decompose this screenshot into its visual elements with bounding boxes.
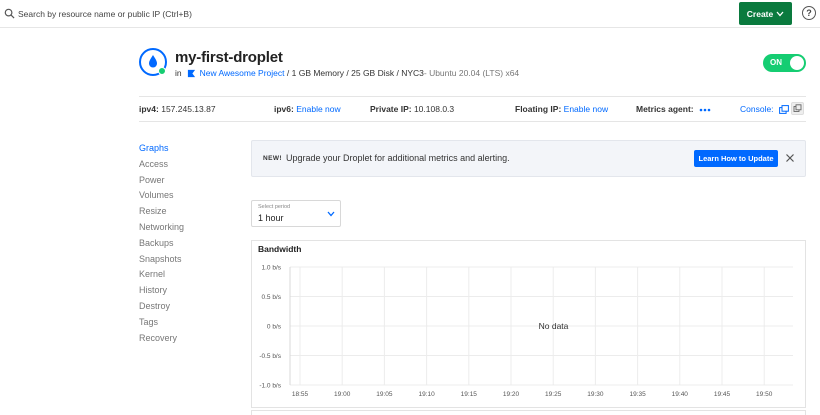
droplet-title: my-first-droplet	[175, 49, 283, 66]
floating-ip-enable-link[interactable]: Enable now	[564, 104, 608, 114]
project-icon	[187, 69, 195, 77]
banner-message: Upgrade your Droplet for additional metr…	[286, 153, 510, 163]
y-tick-label: 1.0 b/s	[261, 265, 281, 272]
power-toggle-label: ON	[770, 58, 782, 67]
create-label: Create	[746, 8, 774, 19]
x-tick-label: 18:55	[292, 391, 309, 398]
search-input[interactable]	[18, 6, 318, 21]
bandwidth-chart: 1.0 b/s 0.5 b/s 0 b/s -0.5 b/s -1.0 b/s 18:55…	[251, 240, 806, 408]
y-tick-label: 0.5 b/s	[261, 294, 281, 301]
side-nav-item-destroy[interactable]: Destroy	[139, 300, 184, 316]
x-tick-label: 19:15	[461, 391, 478, 398]
bandwidth-chart-plot: 1.0 b/s 0.5 b/s 0 b/s -0.5 b/s -1.0 b/s 18:55…	[259, 265, 793, 398]
help-icon[interactable]: ?	[802, 6, 816, 20]
chevron-down-icon	[327, 211, 335, 217]
side-nav-item-backups[interactable]: Backups	[139, 237, 184, 253]
private-ip-info: Private IP: 10.108.0.3	[370, 104, 454, 114]
ipv4-label: ipv4:	[139, 104, 159, 114]
y-tick-label: 0 b/s	[267, 324, 282, 331]
console-link[interactable]: Console:	[740, 104, 774, 114]
droplet-subtitle: in New Awesome Project / 1 GB Memory / 2…	[175, 68, 519, 78]
create-button[interactable]: Create	[739, 2, 792, 25]
side-nav-item-resize[interactable]: Resize	[139, 205, 184, 221]
period-select[interactable]: Select period 1 hour	[251, 200, 341, 227]
chart-title: Bandwidth	[258, 244, 302, 254]
side-nav-item-snapshots[interactable]: Snapshots	[139, 253, 184, 269]
upgrade-banner: NEW! Upgrade your Droplet for additional…	[251, 140, 806, 177]
private-ip-value: 10.108.0.3	[413, 104, 455, 114]
in-label: in	[175, 68, 182, 78]
x-tick-label: 19:20	[503, 391, 520, 398]
x-tick-label: 19:40	[672, 391, 689, 398]
x-tick-label: 19:30	[587, 391, 604, 398]
chevron-down-icon	[776, 11, 784, 16]
x-tick-label: 19:50	[756, 391, 773, 398]
y-tick-label: -1.0 b/s	[259, 383, 281, 390]
droplet-os: - Ubuntu 20.04 (LTS) x64	[423, 68, 520, 78]
side-nav-item-recovery[interactable]: Recovery	[139, 332, 184, 348]
top-bar: Create ?	[0, 0, 820, 28]
new-badge: NEW!	[263, 155, 282, 162]
more-dots-icon[interactable]	[699, 108, 711, 112]
search-icon	[4, 8, 15, 19]
ipv4-value: 157.245.13.87	[161, 104, 216, 114]
x-tick-label: 19:35	[629, 391, 646, 398]
ipv6-info: ipv6: Enable now	[274, 104, 341, 114]
x-tick-label: 19:05	[376, 391, 393, 398]
external-window-icon[interactable]	[779, 105, 789, 115]
droplet-specs: / 1 GB Memory / 25 GB Disk / NYC3	[286, 68, 424, 78]
ipv6-enable-link[interactable]: Enable now	[296, 104, 340, 114]
side-nav-item-power[interactable]: Power	[139, 174, 184, 190]
x-tick-label: 19:25	[545, 391, 562, 398]
floating-ip-label: Floating IP:	[515, 104, 562, 114]
private-ip-label: Private IP:	[370, 104, 412, 114]
project-link[interactable]: New Awesome Project	[200, 68, 285, 78]
x-tick-label: 19:45	[714, 391, 731, 398]
metrics-agent-info: Metrics agent:	[636, 104, 711, 114]
console-info[interactable]: Console:	[740, 104, 789, 115]
side-nav-item-graphs[interactable]: Graphs	[139, 142, 184, 158]
droplet-side-nav: Graphs Access Power Volumes Resize Networking…	[139, 142, 184, 347]
side-nav-item-volumes[interactable]: Volumes	[139, 189, 184, 205]
metrics-agent-label: Metrics agent:	[636, 104, 694, 114]
side-nav-item-tags[interactable]: Tags	[139, 316, 184, 332]
learn-how-to-update-button[interactable]: Learn How to Update	[694, 150, 778, 167]
x-tick-label: 19:10	[418, 391, 435, 398]
y-tick-label: -0.5 b/s	[259, 353, 281, 360]
toggle-knob	[790, 56, 804, 70]
period-select-value: 1 hour	[258, 213, 284, 223]
side-nav-item-kernel[interactable]: Kernel	[139, 268, 184, 284]
side-nav-item-networking[interactable]: Networking	[139, 221, 184, 237]
power-toggle[interactable]: ON	[763, 54, 806, 72]
next-chart-card-edge	[251, 410, 806, 415]
network-info-bar: ipv4: 157.245.13.87 ipv6: Enable now Pri…	[139, 96, 806, 122]
x-tick-label: 19:00	[334, 391, 351, 398]
console-copy-button[interactable]	[791, 102, 804, 115]
copy-icon	[793, 104, 802, 112]
side-nav-item-history[interactable]: History	[139, 284, 184, 300]
close-icon[interactable]	[785, 153, 795, 163]
floating-ip-info: Floating IP: Enable now	[515, 104, 608, 114]
ipv4-info: ipv4: 157.245.13.87	[139, 104, 216, 114]
side-nav-item-access[interactable]: Access	[139, 158, 184, 174]
period-select-label: Select period	[258, 204, 291, 210]
ipv6-label: ipv6:	[274, 104, 294, 114]
no-data-message: No data	[539, 321, 569, 331]
status-indicator	[158, 67, 166, 75]
